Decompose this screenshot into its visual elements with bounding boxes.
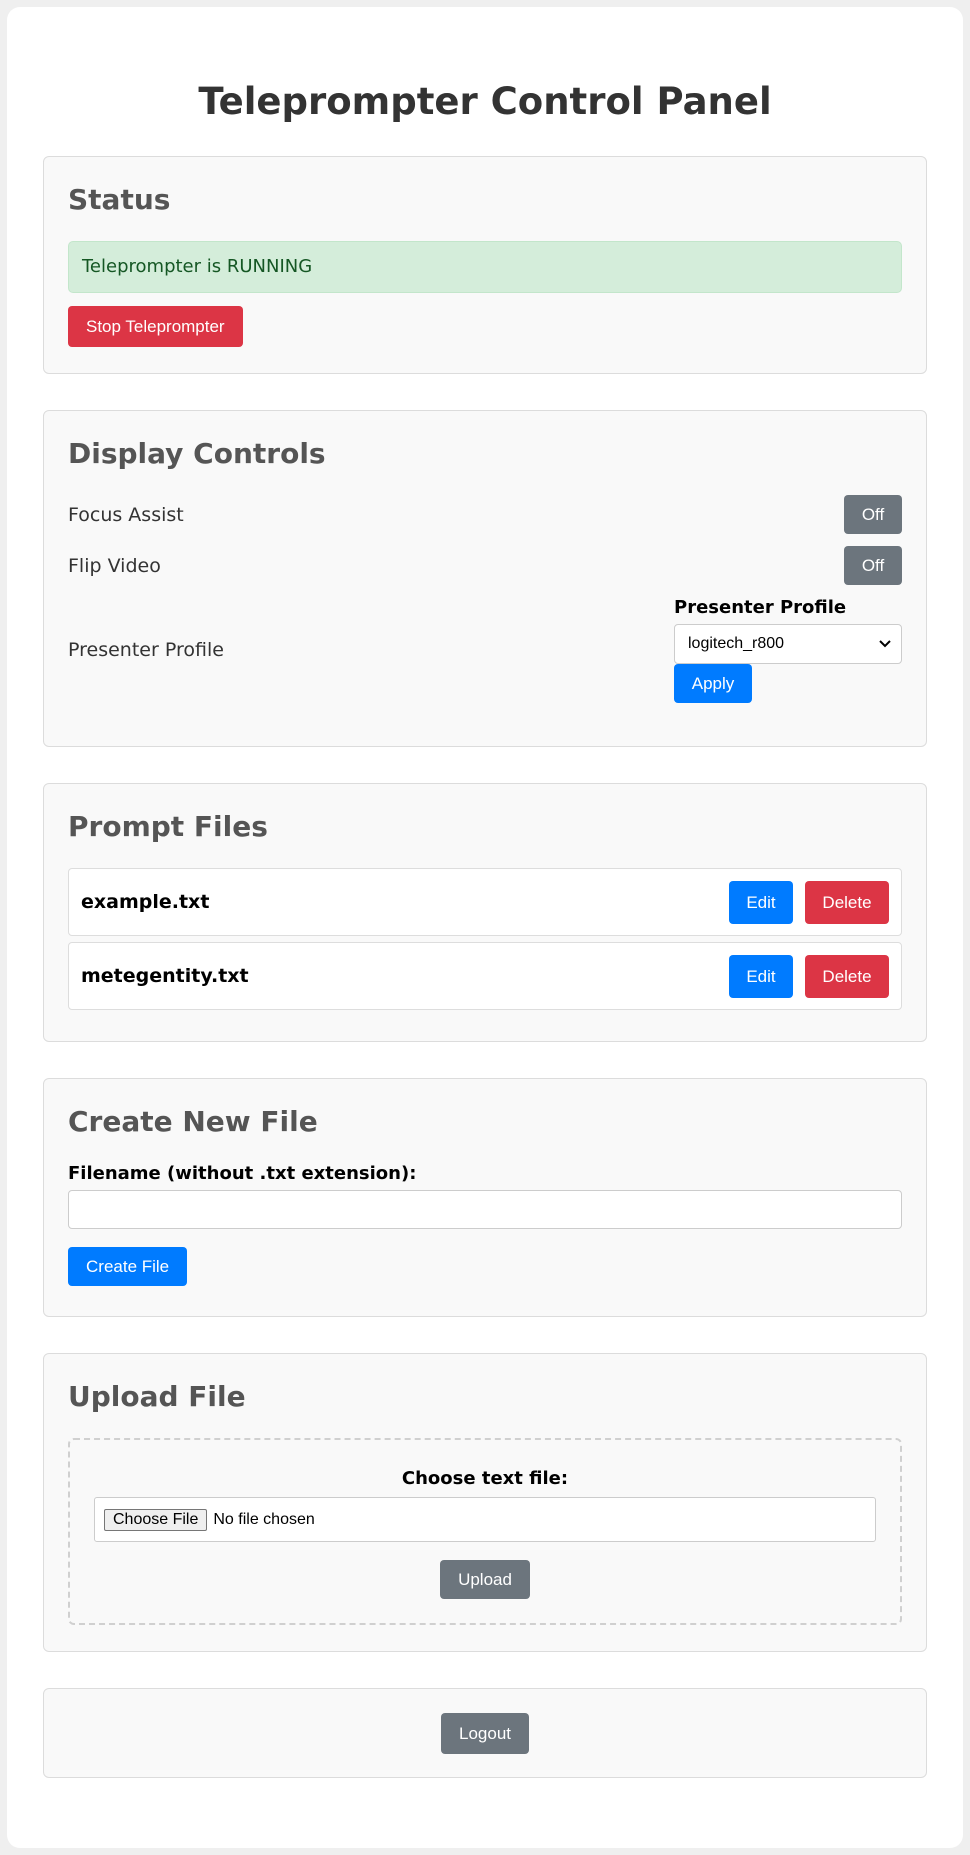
create-file-heading: Create New File: [68, 1105, 318, 1138]
upload-file-section: Upload File Choose text file: Choose Fil…: [43, 1353, 927, 1652]
logout-section: Logout: [43, 1688, 927, 1778]
flip-video-toggle[interactable]: Off: [844, 546, 902, 585]
presenter-profile-label: Presenter Profile: [68, 639, 224, 661]
chevron-down-icon: [879, 637, 891, 651]
create-file-button[interactable]: Create File: [68, 1247, 188, 1286]
choose-file-label: Choose text file:: [401, 1468, 569, 1489]
upload-dropzone: Choose text file: Choose File No file ch…: [68, 1438, 902, 1625]
edit-file-button[interactable]: Edit: [729, 880, 793, 924]
logout-button[interactable]: Logout: [441, 1713, 529, 1754]
delete-file-button[interactable]: Delete: [805, 954, 889, 998]
edit-file-button[interactable]: Edit: [729, 954, 793, 998]
status-heading: Status: [68, 183, 171, 216]
prompt-files-heading: Prompt Files: [68, 810, 268, 843]
status-message: Teleprompter is RUNNING: [68, 241, 902, 293]
upload-button[interactable]: Upload: [440, 1560, 530, 1599]
list-item: metegentity.txt Edit Delete: [68, 942, 902, 1010]
focus-assist-label: Focus Assist: [68, 503, 184, 526]
display-controls-section: Display Controls Focus Assist Off Flip V…: [43, 410, 927, 747]
page-container: Teleprompter Control Panel Status Telepr…: [7, 7, 963, 1848]
choose-file-button[interactable]: Choose File: [104, 1508, 208, 1531]
presenter-profile-select[interactable]: logitech_r800: [674, 624, 902, 664]
file-actions: Edit Delete: [729, 954, 889, 998]
presenter-profile-selected: logitech_r800: [688, 635, 785, 652]
presenter-profile-control: Presenter Profile logitech_r800 Apply: [674, 597, 902, 703]
file-name: metegentity.txt: [81, 965, 249, 987]
flip-video-label: Flip Video: [68, 554, 161, 577]
file-actions: Edit Delete: [729, 880, 889, 924]
presenter-profile-row: Presenter Profile Presenter Profile logi…: [68, 597, 902, 703]
filename-label: Filename (without .txt extension):: [68, 1163, 417, 1184]
apply-profile-button[interactable]: Apply: [674, 664, 752, 703]
create-file-section: Create New File Filename (without .txt e…: [43, 1078, 927, 1317]
delete-file-button[interactable]: Delete: [805, 880, 889, 924]
file-picker[interactable]: Choose File No file chosen: [94, 1497, 876, 1542]
stop-teleprompter-button[interactable]: Stop Teleprompter: [68, 306, 243, 347]
file-name: example.txt: [81, 891, 210, 913]
prompt-files-section: Prompt Files example.txt Edit Delete met…: [43, 783, 927, 1042]
flip-video-row: Flip Video Off: [68, 546, 902, 585]
display-controls-heading: Display Controls: [68, 437, 326, 470]
page-title: Teleprompter Control Panel: [198, 80, 772, 123]
status-section: Status Teleprompter is RUNNING Stop Tele…: [43, 156, 927, 374]
focus-assist-row: Focus Assist Off: [68, 495, 902, 534]
filename-input[interactable]: [68, 1190, 902, 1229]
focus-assist-toggle[interactable]: Off: [844, 495, 902, 534]
presenter-profile-field-label: Presenter Profile: [674, 597, 847, 618]
upload-file-heading: Upload File: [68, 1380, 246, 1413]
list-item: example.txt Edit Delete: [68, 868, 902, 936]
file-picker-status: No file chosen: [213, 1510, 315, 1528]
